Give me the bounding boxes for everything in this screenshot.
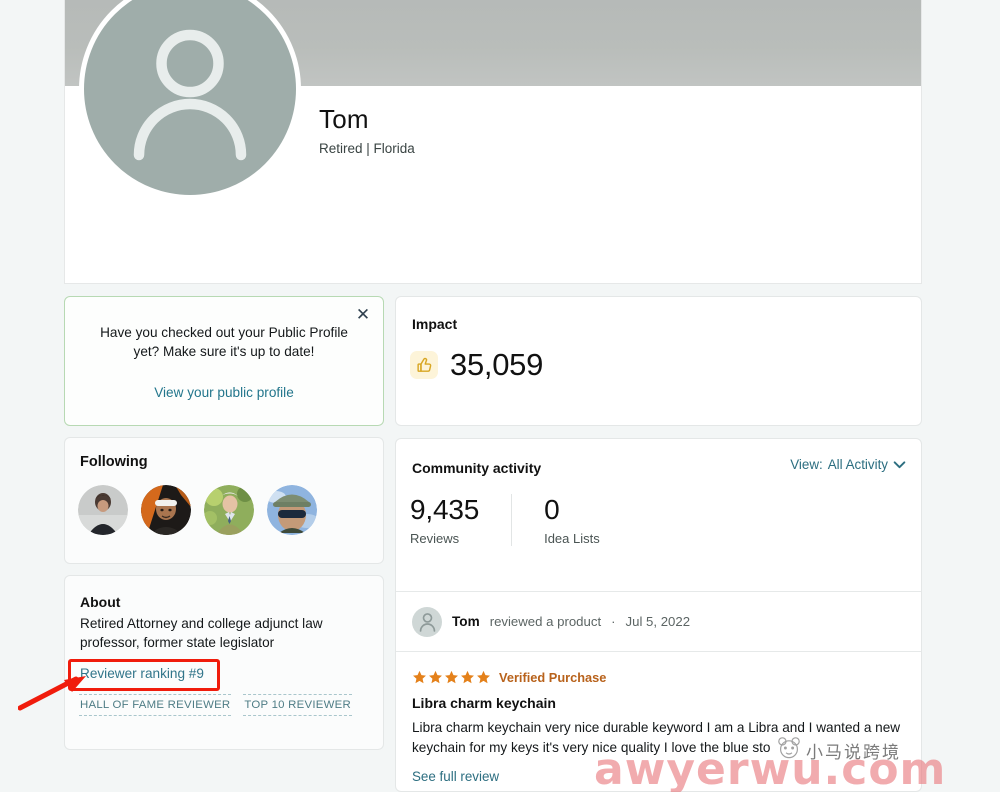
reviewer-badges: HALL OF FAME REVIEWER TOP 10 REVIEWER [79,694,352,716]
about-card: About Retired Attorney and college adjun… [64,575,384,750]
activity-view-filter[interactable]: View: All Activity [790,457,906,472]
promo-message: Have you checked out your Public Profile… [100,325,348,360]
verified-purchase-badge: Verified Purchase [499,670,607,685]
following-avatar-2[interactable] [141,485,191,535]
view-public-profile-link[interactable]: View your public profile [65,385,383,400]
impact-title: Impact [412,316,458,332]
view-filter-label: View: [790,457,823,472]
community-activity-card: Community activity View: All Activity 9,… [395,438,922,792]
activity-user-name: Tom [452,614,480,629]
view-filter-value: All Activity [827,457,888,472]
following-avatar-4[interactable] [267,485,317,535]
see-full-review-link[interactable]: See full review [412,769,499,784]
star-icon [429,670,442,684]
close-icon[interactable]: ✕ [354,306,372,324]
impact-value-row: 35,059 [410,347,543,383]
star-icon [477,670,490,684]
following-avatar-1[interactable] [78,485,128,535]
thumbs-up-icon [410,351,438,379]
profile-page: Tom Retired | Florida ✕ Have you checked… [0,0,1000,792]
impact-card: Impact 35,059 [395,296,922,426]
review-item: Verified Purchase Libra charm keychain L… [396,651,921,786]
profile-header-card: Tom Retired | Florida [64,0,922,284]
activity-separator: · [611,614,616,629]
stat-idea-lists-value: 0 [544,494,560,525]
activity-date: Jul 5, 2022 [625,614,691,629]
about-title: About [80,594,121,610]
stat-idea-lists: 0 Idea Lists [511,494,632,547]
star-icon [461,670,474,684]
activity-action: reviewed a product [489,614,602,629]
stat-reviews-label: Reviews [410,531,460,547]
review-rating-row: Verified Purchase [412,670,905,685]
impact-value: 35,059 [450,347,544,382]
following-avatar-list [78,485,317,535]
review-title: Libra charm keychain [412,695,556,711]
review-body: Libra charm keychain very nice durable k… [412,720,901,755]
star-icon [445,670,458,684]
stat-reviews: 9,435 Reviews [410,494,511,546]
person-avatar-icon [419,613,435,632]
star-rating[interactable] [412,670,491,685]
following-title: Following [80,454,148,470]
badge-hall-of-fame-reviewer[interactable]: HALL OF FAME REVIEWER [79,694,232,716]
page-title: Tom [319,104,369,134]
activity-stats: 9,435 Reviews 0 Idea Lists [410,494,632,547]
stat-reviews-value: 9,435 [410,494,480,525]
profile-avatar[interactable] [79,0,301,200]
following-avatar-3[interactable] [204,485,254,535]
stat-idea-lists-label: Idea Lists [544,531,600,547]
public-profile-promo-card: ✕ Have you checked out your Public Profi… [64,296,384,426]
profile-subtitle: Retired | Florida [319,140,415,156]
activity-avatar [412,606,442,637]
community-activity-title: Community activity [412,460,542,476]
badge-top-10-reviewer[interactable]: TOP 10 REVIEWER [243,694,352,716]
following-card: Following [64,437,384,564]
activity-item-header: Tom reviewed a product · Jul 5, 2022 [396,591,921,651]
about-body: Retired Attorney and college adjunct law… [80,616,323,651]
star-icon [413,670,426,684]
chevron-down-icon [893,460,906,468]
profile-identity: Tom Retired | Florida [319,105,415,156]
reviewer-ranking-link[interactable]: Reviewer ranking #9 [80,666,204,681]
person-avatar-icon [133,29,247,161]
